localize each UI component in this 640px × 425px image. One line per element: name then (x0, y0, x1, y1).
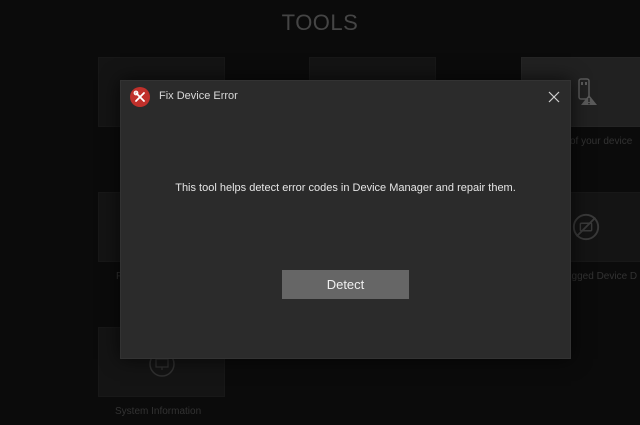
dialog-message: This tool helps detect error codes in De… (175, 182, 516, 194)
close-button[interactable] (544, 87, 564, 107)
dialog-title: Fix Device Error (159, 90, 238, 102)
fix-device-error-dialog: Fix Device Error This tool helps detect … (120, 80, 571, 359)
close-icon (548, 91, 560, 103)
tools-window: TOOLS of your device F (0, 0, 640, 425)
dialog-header: Fix Device Error (121, 81, 570, 113)
wrench-screwdriver-icon (130, 87, 150, 107)
detect-button[interactable]: Detect (282, 270, 409, 299)
